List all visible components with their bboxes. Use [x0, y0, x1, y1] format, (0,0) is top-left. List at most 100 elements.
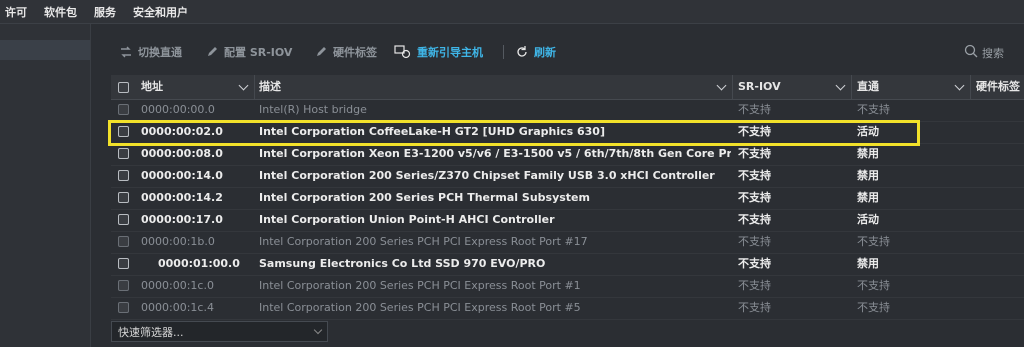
cell-description: Intel Corporation Union Point-H AHCI Con… [259, 213, 555, 226]
row-checkbox[interactable] [118, 258, 129, 269]
highlight-box [108, 120, 920, 146]
hardware-label-label: 硬件标签 [333, 46, 377, 59]
cell-sriov: 不支持 [738, 191, 771, 204]
cell-description: Intel(R) Host bridge [259, 103, 367, 116]
table-row[interactable]: 0000:00:14.2 Intel Corporation 200 Series… [111, 187, 1024, 210]
cell-address: 0000:00:1c.0 [141, 279, 214, 292]
cell-passthrough: 不支持 [857, 279, 890, 292]
cell-description: Intel Corporation Xeon E3-1200 v5/v6 / E… [259, 147, 731, 160]
column-divider [851, 75, 852, 99]
configure-sriov-label: 配置 SR-IOV [224, 46, 293, 59]
column-header-description[interactable]: 描述 [259, 75, 281, 99]
nav-item-license[interactable]: 许可 [0, 4, 38, 20]
toolbar: 切换直通 配置 SR-IOV 硬件标签 重新引导主机 刷新 搜索 [91, 41, 1024, 63]
row-checkbox[interactable] [118, 104, 129, 115]
device-grid: 地址 描述 SR-IOV 直通 硬件标签 0000:00:00.0 Intel(R… [111, 75, 1024, 321]
row-checkbox[interactable] [118, 214, 129, 225]
cell-description: Intel Corporation 200 Series PCH PCI Exp… [259, 301, 581, 314]
table-row[interactable]: 0000:00:00.0 Intel(R) Host bridge 不支持 不支持 [111, 99, 1024, 122]
cell-address: 0000:00:14.2 [141, 191, 223, 204]
table-row[interactable]: 0000:00:1c.4 Intel Corporation 200 Series… [111, 297, 1024, 320]
selected-nav-node[interactable] [0, 40, 90, 60]
table-row[interactable]: 0000:00:1c.0 Intel Corporation 200 Series… [111, 275, 1024, 298]
cell-description: Intel Corporation 200 Series PCH PCI Exp… [259, 235, 588, 248]
row-checkbox[interactable] [118, 302, 129, 313]
table-row[interactable]: 0000:01:00.0 Samsung Electronics Co Ltd S… [111, 253, 1024, 276]
cell-passthrough: 活动 [857, 213, 879, 226]
row-checkbox[interactable] [118, 192, 129, 203]
column-divider [970, 75, 971, 99]
search-box[interactable]: 搜索 [964, 44, 1004, 61]
cell-passthrough: 不支持 [857, 235, 890, 248]
cell-description: Intel Corporation 200 Series/Z370 Chipse… [259, 169, 715, 182]
cell-passthrough: 禁用 [857, 191, 879, 204]
toggle-passthrough-button[interactable]: 切换直通 [119, 44, 182, 60]
hardware-label-button[interactable]: 硬件标签 [314, 44, 377, 60]
toggle-passthrough-icon [119, 45, 133, 59]
cell-address: 0000:00:14.0 [141, 169, 223, 182]
row-checkbox[interactable] [118, 236, 129, 247]
row-checkbox[interactable] [118, 170, 129, 181]
chevron-down-icon[interactable] [954, 80, 965, 91]
configure-sriov-button[interactable]: 配置 SR-IOV [205, 44, 292, 60]
cell-address: 0000:00:1b.0 [141, 235, 215, 248]
cell-address: 0000:00:17.0 [141, 213, 223, 226]
row-checkbox[interactable] [118, 280, 129, 291]
table-row[interactable]: 0000:00:1b.0 Intel Corporation 200 Series… [111, 231, 1024, 254]
nav-item-security-users[interactable]: 安全和用户 [127, 4, 199, 20]
select-all-checkbox[interactable] [118, 82, 129, 93]
refresh-icon [515, 45, 529, 59]
column-header-address[interactable]: 地址 [141, 75, 163, 99]
left-scroll-gutter [91, 24, 111, 347]
column-header-passthrough[interactable]: 直通 [857, 75, 879, 99]
cell-sriov: 不支持 [738, 301, 771, 314]
cell-sriov: 不支持 [738, 147, 771, 160]
reboot-host-button[interactable]: 重新引导主机 [394, 44, 483, 60]
cell-address: 0000:00:00.0 [141, 103, 215, 116]
column-divider [254, 75, 255, 99]
reboot-host-label: 重新引导主机 [417, 46, 483, 59]
cell-passthrough: 不支持 [857, 301, 890, 314]
search-placeholder: 搜索 [982, 46, 1004, 60]
column-header-hw-label[interactable]: 硬件标签 [976, 75, 1020, 99]
cell-sriov: 不支持 [738, 235, 771, 248]
search-icon [964, 44, 978, 61]
refresh-button[interactable]: 刷新 [515, 44, 556, 60]
chevron-down-icon[interactable] [716, 80, 727, 91]
nav-item-packages[interactable]: 软件包 [38, 4, 88, 20]
cell-passthrough: 禁用 [857, 147, 879, 160]
cell-address: 0000:01:00.0 [158, 257, 240, 270]
cell-description: Samsung Electronics Co Ltd SSD 970 EVO/P… [259, 257, 546, 270]
quick-filter-dropdown[interactable]: 快速筛选器... [111, 321, 328, 342]
cell-address: 0000:00:1c.4 [141, 301, 214, 314]
cell-sriov: 不支持 [738, 257, 771, 270]
refresh-label: 刷新 [534, 46, 556, 59]
column-divider [732, 75, 733, 99]
chevron-down-icon[interactable] [835, 80, 846, 91]
cell-description: Intel Corporation 200 Series PCH Thermal… [259, 191, 590, 204]
cell-passthrough: 不支持 [857, 103, 890, 116]
cell-sriov: 不支持 [738, 213, 771, 226]
quick-filter-label: 快速筛选器... [118, 325, 184, 339]
pencil-icon [314, 45, 328, 59]
row-checkbox[interactable] [118, 148, 129, 159]
cell-address: 0000:00:08.0 [141, 147, 223, 160]
table-row[interactable]: 0000:00:08.0 Intel Corporation Xeon E3-12… [111, 143, 1024, 166]
table-row[interactable]: 0000:00:14.0 Intel Corporation 200 Series… [111, 165, 1024, 188]
cell-passthrough: 禁用 [857, 169, 879, 182]
cell-sriov: 不支持 [738, 103, 771, 116]
chevron-down-icon[interactable] [238, 80, 249, 91]
table-row[interactable]: 0000:00:17.0 Intel Corporation Union Poin… [111, 209, 1024, 232]
cell-description: Intel Corporation 200 Series PCH PCI Exp… [259, 279, 581, 292]
left-navigator-pane [0, 24, 91, 347]
toggle-passthrough-label: 切换直通 [138, 46, 182, 59]
toolbar-separator [503, 45, 504, 59]
cell-sriov: 不支持 [738, 279, 771, 292]
top-nav: 许可 软件包 服务 安全和用户 [0, 0, 1024, 24]
column-header-sriov[interactable]: SR-IOV [738, 75, 781, 99]
nav-item-services[interactable]: 服务 [88, 4, 127, 20]
pencil-icon [205, 45, 219, 59]
cell-passthrough: 禁用 [857, 257, 879, 270]
chevron-down-icon [313, 325, 323, 335]
cell-sriov: 不支持 [738, 169, 771, 182]
